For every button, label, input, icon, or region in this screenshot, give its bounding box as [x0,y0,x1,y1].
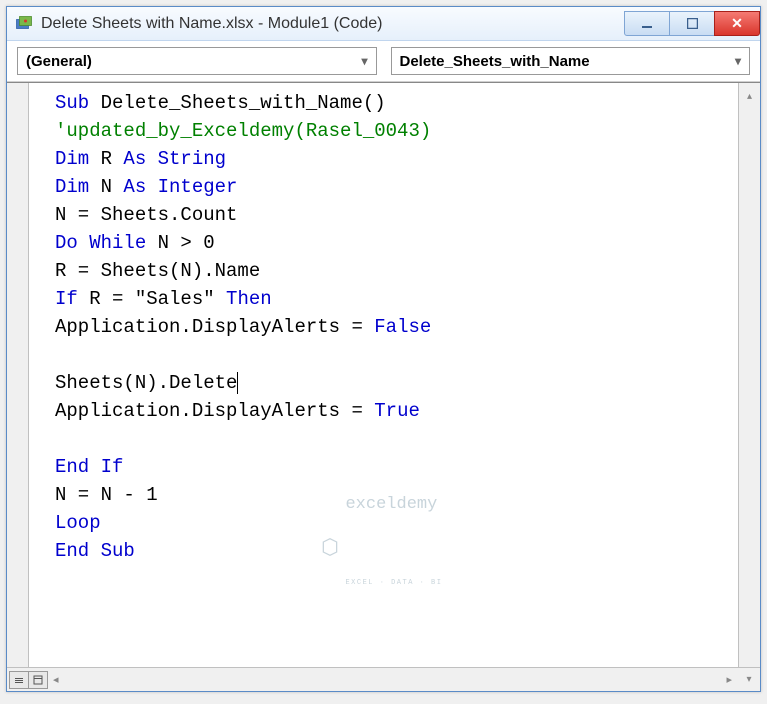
code-keyword: Sub [55,92,101,114]
code-text: N [101,176,124,198]
object-dropdown-text: (General) [26,53,361,70]
view-buttons [9,671,47,689]
window-controls: ✕ [625,11,760,36]
scroll-down-button[interactable]: ▾ [738,671,760,689]
margin-indicator-bar[interactable] [7,83,29,667]
code-text: Sheets(N).Delete [55,372,237,394]
code-keyword: True [374,400,420,422]
scroll-left-button[interactable]: ◂ [49,673,63,686]
code-text: R = Sheets(N).Name [55,260,260,282]
code-keyword: Do While [55,232,158,254]
watermark-brand: exceldemy [345,496,447,513]
vertical-scrollbar[interactable]: ▴ [738,83,760,667]
window-title: Delete Sheets with Name.xlsx - Module1 (… [41,15,625,33]
procedure-view-button[interactable] [9,671,29,689]
minimize-button[interactable] [624,11,670,36]
code-text: Application.DisplayAlerts = [55,400,374,422]
titlebar[interactable]: Delete Sheets with Name.xlsx - Module1 (… [7,7,760,41]
code-text: N > 0 [158,232,215,254]
code-keyword: As String [123,148,226,170]
scroll-up-button[interactable]: ▴ [741,87,759,105]
code-text: N = N - 1 [55,484,158,506]
code-keyword: End Sub [55,540,135,562]
maximize-button[interactable] [669,11,715,36]
code-keyword: Then [226,288,272,310]
code-text: Delete_Sheets_with_Name() [101,92,386,114]
horizontal-scrollbar[interactable]: ◂ ▸ [47,673,738,686]
code-text: Application.DisplayAlerts = [55,316,374,338]
watermark-icon [319,537,339,557]
code-keyword: End If [55,456,123,478]
code-editor[interactable]: Sub Delete_Sheets_with_Name() 'updated_b… [29,83,738,667]
editor-area: Sub Delete_Sheets_with_Name() 'updated_b… [7,82,760,667]
watermark-tagline: EXCEL · DATA · BI [345,569,447,597]
code-keyword: As Integer [123,176,237,198]
code-keyword: If [55,288,89,310]
chevron-down-icon: ▾ [361,54,367,68]
watermark: exceldemy EXCEL · DATA · BI [319,440,447,653]
dropdown-bar: (General) ▾ Delete_Sheets_with_Name ▾ [7,41,760,82]
bottom-bar: ◂ ▸ ▾ [7,667,760,691]
full-module-view-button[interactable] [28,671,48,689]
code-text: R [101,148,124,170]
code-text: R = "Sales" [89,288,226,310]
code-text: N = Sheets.Count [55,204,237,226]
scroll-right-button[interactable]: ▸ [722,673,736,686]
procedure-dropdown-text: Delete_Sheets_with_Name [400,53,735,70]
text-cursor [237,372,238,394]
chevron-down-icon: ▾ [735,54,741,68]
code-keyword: Loop [55,512,101,534]
close-button[interactable]: ✕ [714,11,760,36]
object-dropdown[interactable]: (General) ▾ [17,47,377,75]
vba-app-icon [15,15,33,33]
code-keyword: Dim [55,176,101,198]
code-comment: 'updated_by_Exceldemy(Rasel_0043) [55,120,431,142]
code-keyword: False [374,316,431,338]
vba-code-window: Delete Sheets with Name.xlsx - Module1 (… [6,6,761,692]
code-keyword: Dim [55,148,101,170]
procedure-dropdown[interactable]: Delete_Sheets_with_Name ▾ [391,47,751,75]
